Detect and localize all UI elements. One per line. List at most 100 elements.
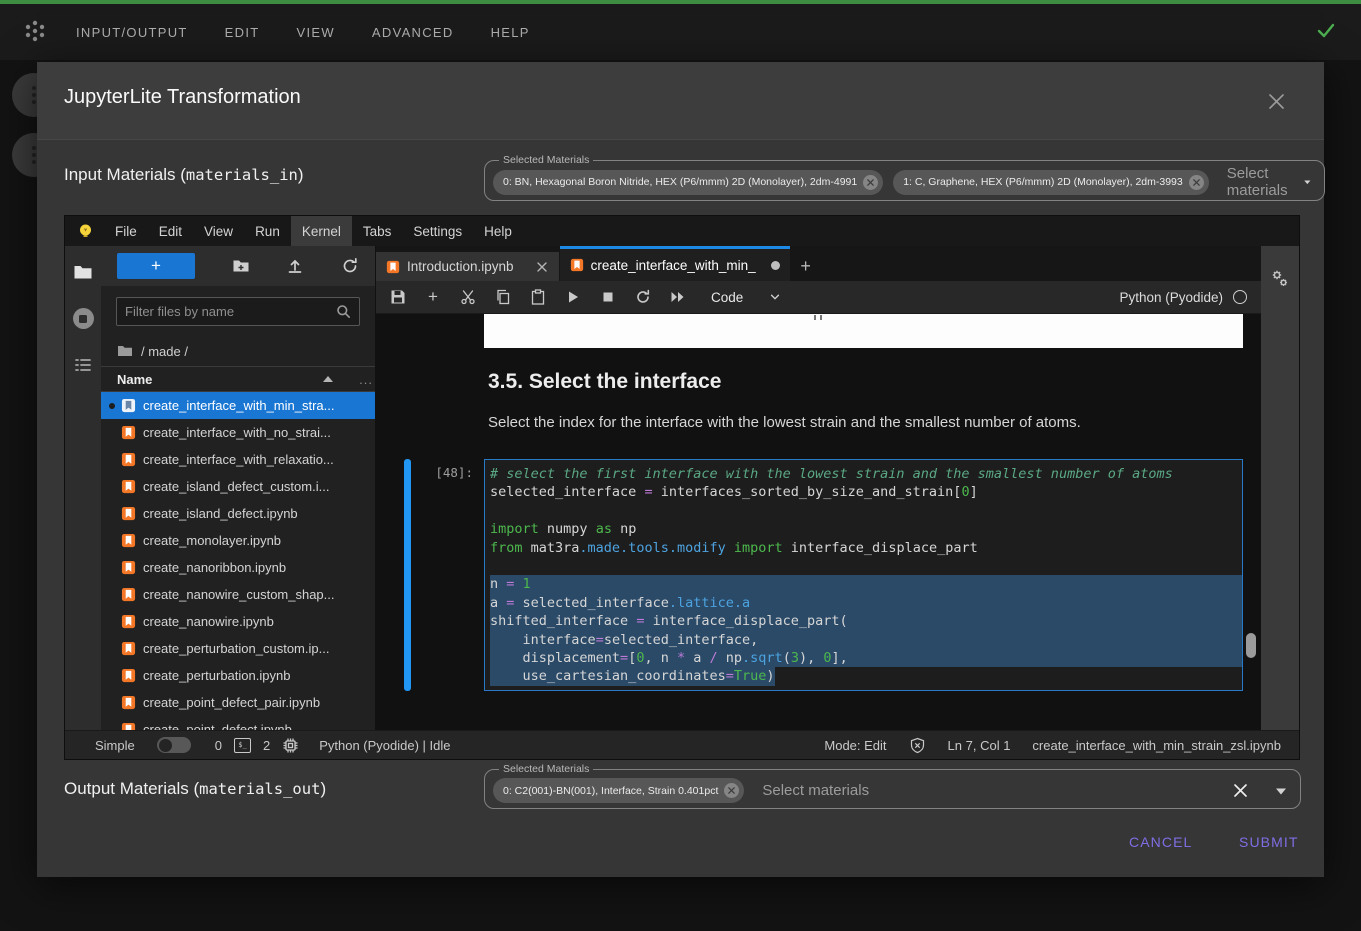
simple-mode-toggle[interactable] bbox=[157, 737, 191, 753]
file-row[interactable]: create_interface_with_no_strai... bbox=[101, 419, 375, 446]
clear-selection-icon[interactable] bbox=[1231, 781, 1250, 800]
cell-type-select[interactable]: Code bbox=[711, 290, 781, 305]
new-folder-icon[interactable] bbox=[232, 257, 250, 275]
file-row[interactable]: create_monolayer.ipynb bbox=[101, 527, 375, 554]
run-cell-icon[interactable] bbox=[565, 289, 581, 305]
file-row[interactable]: create_interface_with_min_stra... bbox=[101, 392, 375, 419]
restart-run-all-icon[interactable] bbox=[670, 289, 686, 305]
material-chip[interactable]: 1: C, Graphene, HEX (P6/mmm) 2D (Monolay… bbox=[893, 170, 1209, 195]
file-row[interactable]: create_nanowire_custom_shap... bbox=[101, 581, 375, 608]
notebook-icon bbox=[121, 614, 136, 629]
file-row[interactable]: create_point_defect_pair.ipynb bbox=[101, 689, 375, 716]
table-of-contents-icon[interactable] bbox=[73, 355, 93, 375]
kernel-indicator[interactable]: Python (Pyodide) bbox=[1119, 290, 1247, 305]
app-menu-item-view[interactable]: VIEW bbox=[296, 25, 334, 40]
cell-collapse-bar[interactable] bbox=[404, 459, 411, 691]
new-launcher-button[interactable]: + bbox=[117, 253, 195, 279]
app-logo-icon[interactable] bbox=[22, 18, 48, 44]
submit-button[interactable]: SUBMIT bbox=[1239, 828, 1299, 856]
jupyter-menu-edit[interactable]: Edit bbox=[148, 216, 193, 246]
material-chip[interactable]: 0: BN, Hexagonal Boron Nitride, HEX (P6/… bbox=[493, 170, 883, 195]
jupyter-menu-tabs[interactable]: Tabs bbox=[352, 216, 403, 246]
terminal-icon[interactable]: $_ bbox=[234, 737, 251, 754]
code-line: # select the first interface with the lo… bbox=[490, 465, 1242, 483]
unsaved-changes-dot[interactable] bbox=[771, 261, 780, 270]
dialog-close-icon[interactable] bbox=[1267, 92, 1286, 111]
materials-legend: Selected Materials bbox=[499, 763, 593, 775]
jupyter-menu-settings[interactable]: Settings bbox=[402, 216, 473, 246]
chevron-down-icon[interactable] bbox=[1274, 784, 1288, 798]
copy-cells-icon[interactable] bbox=[495, 289, 511, 305]
file-name: create_interface_with_relaxatio... bbox=[143, 452, 334, 467]
file-row[interactable]: create_island_defect_custom.i... bbox=[101, 473, 375, 500]
running-sessions-icon[interactable] bbox=[73, 308, 94, 329]
breadcrumb[interactable]: / made / bbox=[101, 336, 375, 366]
file-row[interactable]: create_island_defect.ipynb bbox=[101, 500, 375, 527]
code-line: a = selected_interface.lattice.a bbox=[490, 594, 1242, 612]
input-label-suffix: ) bbox=[298, 165, 304, 184]
file-filter-input[interactable] bbox=[125, 304, 336, 319]
stop-kernel-icon[interactable] bbox=[600, 289, 616, 305]
jupyter-menu-view[interactable]: View bbox=[193, 216, 244, 246]
activity-bar bbox=[65, 246, 101, 730]
select-materials-placeholder: Select materials bbox=[1227, 165, 1293, 199]
jupyter-menu-run[interactable]: Run bbox=[244, 216, 291, 246]
ellipsis-icon bbox=[32, 93, 36, 97]
mode-indicator[interactable]: Mode: Edit bbox=[824, 738, 886, 753]
output-materials-label: Output Materials (materials_out) bbox=[64, 779, 326, 799]
app-menu-item-input-output[interactable]: INPUT/OUTPUT bbox=[76, 25, 188, 40]
jupyter-menu-file[interactable]: File bbox=[104, 216, 148, 246]
file-name: create_interface_with_no_strai... bbox=[143, 425, 331, 440]
output-materials-select[interactable]: Selected Materials 0: C2(001)-BN(001), I… bbox=[484, 763, 1301, 809]
app-menu-item-help[interactable]: HELP bbox=[491, 25, 530, 40]
refresh-icon[interactable] bbox=[341, 257, 359, 275]
paste-cells-icon[interactable] bbox=[530, 289, 546, 305]
notebook-icon bbox=[121, 506, 136, 521]
cursor-position[interactable]: Ln 7, Col 1 bbox=[948, 738, 1011, 753]
insert-cell-icon[interactable]: + bbox=[425, 289, 441, 305]
material-chip[interactable]: 0: C2(001)-BN(001), Interface, Strain 0.… bbox=[493, 778, 744, 803]
notebook-icon bbox=[121, 560, 136, 575]
chevron-down-icon bbox=[769, 291, 781, 303]
app-menu-item-advanced[interactable]: ADVANCED bbox=[372, 25, 454, 40]
restart-kernel-icon[interactable] bbox=[635, 289, 651, 305]
jupyter-menu-kernel[interactable]: Kernel bbox=[291, 216, 352, 246]
input-label-text: Input Materials ( bbox=[64, 165, 186, 184]
file-list-header[interactable]: Name ... bbox=[101, 366, 375, 392]
chip-remove-icon[interactable] bbox=[724, 783, 739, 798]
new-tab-button[interactable]: + bbox=[791, 252, 821, 281]
input-materials-select[interactable]: Selected Materials 0: BN, Hexagonal Boro… bbox=[484, 154, 1325, 201]
previous-cell-output bbox=[484, 314, 1243, 348]
chip-remove-icon[interactable] bbox=[1189, 175, 1204, 190]
notebook-content[interactable]: 3.5. Select the interface Select the ind… bbox=[376, 314, 1261, 730]
tab-create-interface[interactable]: create_interface_with_min_ bbox=[560, 246, 790, 281]
jupyter-menu-help[interactable]: Help bbox=[473, 216, 523, 246]
trust-shield-icon[interactable] bbox=[909, 737, 926, 754]
file-row[interactable]: create_nanoribbon.ipynb bbox=[101, 554, 375, 581]
file-row[interactable]: create_point_defect.ipynb bbox=[101, 716, 375, 730]
file-name: create_point_defect_pair.ipynb bbox=[143, 695, 320, 710]
file-row[interactable]: create_perturbation_custom.ip... bbox=[101, 635, 375, 662]
cancel-button[interactable]: CANCEL bbox=[1129, 828, 1192, 856]
save-icon[interactable] bbox=[390, 289, 406, 305]
chevron-down-icon[interactable] bbox=[1303, 175, 1312, 189]
app-menu-item-edit[interactable]: EDIT bbox=[225, 25, 260, 40]
file-row[interactable]: create_perturbation.ipynb bbox=[101, 662, 375, 689]
tab-close-icon[interactable] bbox=[535, 260, 549, 274]
code-cell[interactable]: # select the first interface with the lo… bbox=[484, 459, 1243, 691]
settings-gears-icon[interactable] bbox=[1269, 268, 1291, 290]
file-name: create_perturbation.ipynb bbox=[143, 668, 290, 683]
upload-icon[interactable] bbox=[286, 257, 304, 275]
chip-remove-icon[interactable] bbox=[863, 175, 878, 190]
file-browser-tab-icon[interactable] bbox=[73, 262, 93, 282]
scrollbar-thumb[interactable] bbox=[1246, 633, 1256, 658]
tab-introduction[interactable]: Introduction.ipynb bbox=[376, 252, 559, 281]
kernel-chip-icon[interactable] bbox=[282, 737, 299, 754]
notebook-icon bbox=[121, 722, 136, 730]
file-row[interactable]: create_interface_with_relaxatio... bbox=[101, 446, 375, 473]
cut-cells-icon[interactable] bbox=[460, 289, 476, 305]
code-line: n = 1 bbox=[490, 575, 1242, 593]
kernel-status-text[interactable]: Python (Pyodide) | Idle bbox=[319, 738, 450, 753]
file-row[interactable]: create_nanowire.ipynb bbox=[101, 608, 375, 635]
file-list: create_interface_with_min_stra... create_… bbox=[101, 392, 375, 730]
